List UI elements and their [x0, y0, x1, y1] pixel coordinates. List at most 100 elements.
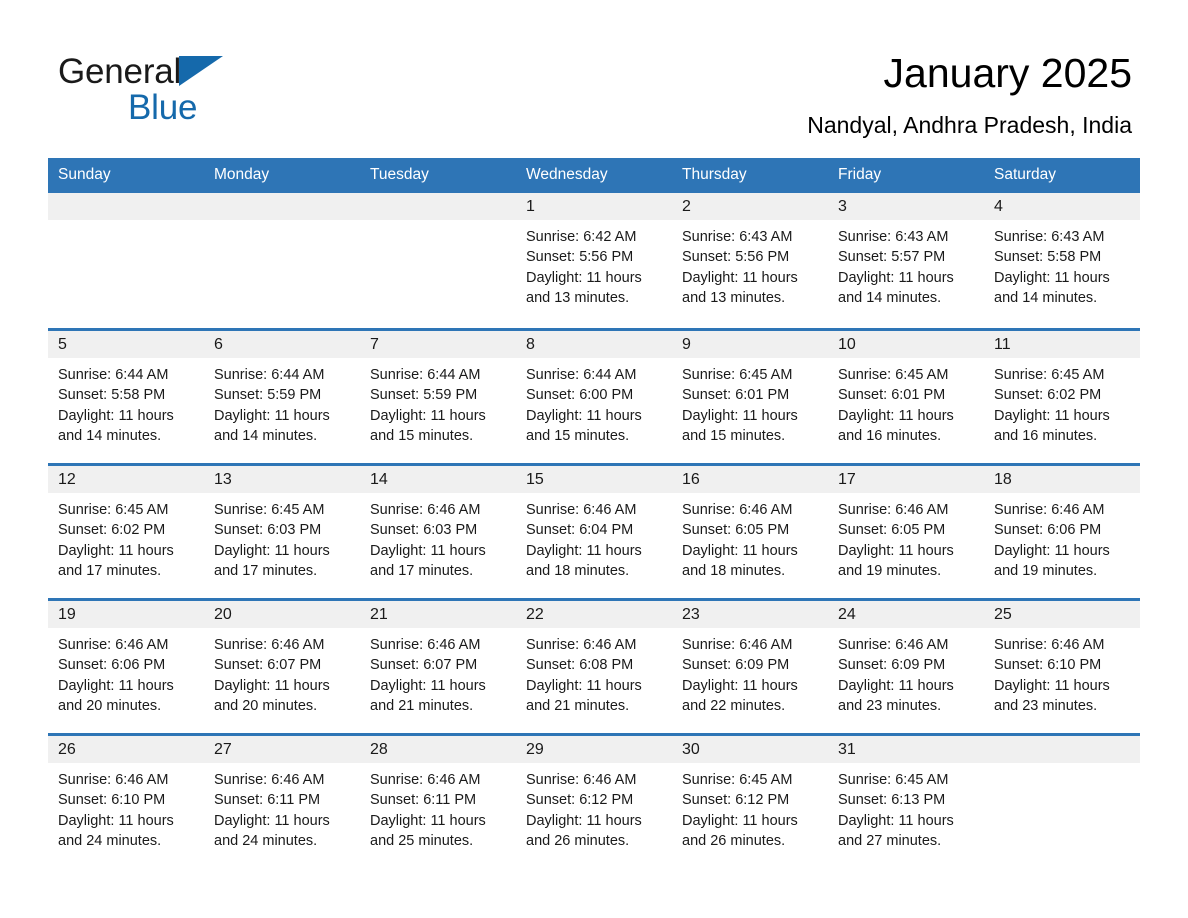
sunset-text: Sunset: 5:57 PM: [838, 249, 946, 266]
day-number: 8: [516, 331, 672, 358]
calendar-day-cell[interactable]: 13 Sunrise: 6:45 AM Sunset: 6:03 PM Dayligh…: [204, 463, 360, 598]
day-number: 13: [204, 466, 360, 493]
calendar-day-cell[interactable]: [984, 733, 1140, 868]
day-cell-inner: 22 Sunrise: 6:46 AM Sunset: 6:08 PM Dayligh…: [516, 598, 672, 733]
daylight-text-line1: Daylight: 11 hours: [838, 269, 954, 286]
daylight-text-line1: Daylight: 11 hours: [214, 677, 330, 694]
sunrise-text: Sunrise: 6:46 AM: [58, 637, 169, 653]
sunrise-text: Sunrise: 6:46 AM: [682, 637, 793, 653]
daylight-text-line1: Daylight: 11 hours: [214, 407, 330, 424]
daylight-text-line2: and 21 minutes.: [370, 697, 474, 714]
sunrise-text: Sunrise: 6:44 AM: [526, 367, 637, 383]
calendar-day-cell[interactable]: 31 Sunrise: 6:45 AM Sunset: 6:13 PM Dayligh…: [828, 733, 984, 868]
sunset-text: Sunset: 6:06 PM: [994, 522, 1102, 539]
sunset-text: Sunset: 6:10 PM: [994, 657, 1102, 674]
day-number: 4: [984, 193, 1140, 220]
daylight-text-line2: and 15 minutes.: [682, 427, 786, 444]
calendar-day-cell[interactable]: 22 Sunrise: 6:46 AM Sunset: 6:08 PM Dayligh…: [516, 598, 672, 733]
day-number: 31: [828, 736, 984, 763]
calendar-day-cell[interactable]: 8 Sunrise: 6:44 AM Sunset: 6:00 PM Daylight…: [516, 328, 672, 463]
day-details: Sunrise: 6:46 AM Sunset: 6:10 PM Daylight:…: [48, 763, 204, 851]
calendar-day-cell[interactable]: 15 Sunrise: 6:46 AM Sunset: 6:04 PM Dayligh…: [516, 463, 672, 598]
daylight-text-line2: and 16 minutes.: [994, 427, 1098, 444]
calendar-day-cell[interactable]: 11 Sunrise: 6:45 AM Sunset: 6:02 PM Dayligh…: [984, 328, 1140, 463]
daylight-text-line2: and 21 minutes.: [526, 697, 630, 714]
calendar-day-cell[interactable]: 14 Sunrise: 6:46 AM Sunset: 6:03 PM Dayligh…: [360, 463, 516, 598]
daylight-text-line2: and 22 minutes.: [682, 697, 786, 714]
calendar-day-cell[interactable]: 19 Sunrise: 6:46 AM Sunset: 6:06 PM Dayligh…: [48, 598, 204, 733]
calendar-day-cell[interactable]: 23 Sunrise: 6:46 AM Sunset: 6:09 PM Dayligh…: [672, 598, 828, 733]
sunset-text: Sunset: 6:02 PM: [994, 387, 1102, 404]
calendar-day-cell[interactable]: 7 Sunrise: 6:44 AM Sunset: 5:59 PM Daylight…: [360, 328, 516, 463]
calendar-day-cell[interactable]: 16 Sunrise: 6:46 AM Sunset: 6:05 PM Dayligh…: [672, 463, 828, 598]
day-details: Sunrise: 6:46 AM Sunset: 6:07 PM Daylight:…: [204, 628, 360, 716]
calendar-day-cell[interactable]: 21 Sunrise: 6:46 AM Sunset: 6:07 PM Dayligh…: [360, 598, 516, 733]
calendar-day-cell[interactable]: 2 Sunrise: 6:43 AM Sunset: 5:56 PM Daylight…: [672, 193, 828, 328]
sunset-text: Sunset: 6:13 PM: [838, 792, 946, 809]
weekday-header-monday: Monday: [204, 158, 360, 193]
calendar-day-cell[interactable]: 25 Sunrise: 6:46 AM Sunset: 6:10 PM Dayligh…: [984, 598, 1140, 733]
sunrise-text: Sunrise: 6:46 AM: [58, 772, 169, 788]
sunrise-text: Sunrise: 6:46 AM: [526, 637, 637, 653]
calendar-day-cell[interactable]: 28 Sunrise: 6:46 AM Sunset: 6:11 PM Dayligh…: [360, 733, 516, 868]
sunset-text: Sunset: 6:05 PM: [838, 522, 946, 539]
logo-top-row: General: [58, 52, 318, 92]
calendar-day-cell[interactable]: 5 Sunrise: 6:44 AM Sunset: 5:58 PM Daylight…: [48, 328, 204, 463]
calendar-day-cell[interactable]: [48, 193, 204, 328]
weekday-header-sunday: Sunday: [48, 158, 204, 193]
daylight-text-line1: Daylight: 11 hours: [526, 269, 642, 286]
calendar-day-cell[interactable]: 12 Sunrise: 6:45 AM Sunset: 6:02 PM Dayligh…: [48, 463, 204, 598]
daylight-text-line1: Daylight: 11 hours: [58, 812, 174, 829]
sunset-text: Sunset: 6:07 PM: [370, 657, 478, 674]
daylight-text-line2: and 18 minutes.: [682, 562, 786, 579]
calendar-day-cell[interactable]: [360, 193, 516, 328]
calendar-day-cell[interactable]: 26 Sunrise: 6:46 AM Sunset: 6:10 PM Dayligh…: [48, 733, 204, 868]
daylight-text-line1: Daylight: 11 hours: [838, 677, 954, 694]
day-cell-inner: 21 Sunrise: 6:46 AM Sunset: 6:07 PM Dayligh…: [360, 598, 516, 733]
day-number: 9: [672, 331, 828, 358]
calendar-day-cell[interactable]: 30 Sunrise: 6:45 AM Sunset: 6:12 PM Dayligh…: [672, 733, 828, 868]
day-number: 6: [204, 331, 360, 358]
weekday-header-friday: Friday: [828, 158, 984, 193]
calendar-day-cell[interactable]: 27 Sunrise: 6:46 AM Sunset: 6:11 PM Dayligh…: [204, 733, 360, 868]
sunset-text: Sunset: 6:10 PM: [58, 792, 166, 809]
calendar-day-cell[interactable]: 6 Sunrise: 6:44 AM Sunset: 5:59 PM Daylight…: [204, 328, 360, 463]
daylight-text-line1: Daylight: 11 hours: [370, 542, 486, 559]
calendar-day-cell[interactable]: [204, 193, 360, 328]
daylight-text-line1: Daylight: 11 hours: [838, 542, 954, 559]
calendar-day-cell[interactable]: 3 Sunrise: 6:43 AM Sunset: 5:57 PM Daylight…: [828, 193, 984, 328]
sunrise-text: Sunrise: 6:42 AM: [526, 229, 637, 245]
daylight-text-line1: Daylight: 11 hours: [994, 542, 1110, 559]
day-details: Sunrise: 6:42 AM Sunset: 5:56 PM Daylight:…: [516, 220, 672, 308]
day-details: Sunrise: 6:46 AM Sunset: 6:10 PM Daylight:…: [984, 628, 1140, 716]
calendar-day-cell[interactable]: 17 Sunrise: 6:46 AM Sunset: 6:05 PM Dayligh…: [828, 463, 984, 598]
calendar-day-cell[interactable]: 20 Sunrise: 6:46 AM Sunset: 6:07 PM Dayligh…: [204, 598, 360, 733]
day-details: Sunrise: 6:44 AM Sunset: 5:59 PM Daylight:…: [360, 358, 516, 446]
day-cell-inner: 23 Sunrise: 6:46 AM Sunset: 6:09 PM Dayligh…: [672, 598, 828, 733]
daylight-text-line2: and 13 minutes.: [526, 289, 630, 306]
calendar-header-row: Sunday Monday Tuesday Wednesday Thursday…: [48, 158, 1140, 193]
sunrise-text: Sunrise: 6:46 AM: [994, 637, 1105, 653]
calendar-day-cell[interactable]: 24 Sunrise: 6:46 AM Sunset: 6:09 PM Dayligh…: [828, 598, 984, 733]
calendar-day-cell[interactable]: 18 Sunrise: 6:46 AM Sunset: 6:06 PM Dayligh…: [984, 463, 1140, 598]
day-details: Sunrise: 6:46 AM Sunset: 6:12 PM Daylight:…: [516, 763, 672, 851]
day-cell-inner: [360, 193, 516, 328]
calendar-day-cell[interactable]: 29 Sunrise: 6:46 AM Sunset: 6:12 PM Dayligh…: [516, 733, 672, 868]
sunrise-text: Sunrise: 6:46 AM: [370, 772, 481, 788]
daylight-text-line2: and 23 minutes.: [838, 697, 942, 714]
sunrise-text: Sunrise: 6:46 AM: [838, 637, 949, 653]
logo-bottom-row: Blue: [58, 88, 318, 128]
daylight-text-line1: Daylight: 11 hours: [682, 542, 798, 559]
daylight-text-line2: and 19 minutes.: [994, 562, 1098, 579]
day-cell-inner: 4 Sunrise: 6:43 AM Sunset: 5:58 PM Daylight…: [984, 193, 1140, 328]
daylight-text-line1: Daylight: 11 hours: [994, 677, 1110, 694]
daylight-text-line1: Daylight: 11 hours: [526, 407, 642, 424]
calendar-day-cell[interactable]: 4 Sunrise: 6:43 AM Sunset: 5:58 PM Daylight…: [984, 193, 1140, 328]
calendar-day-cell[interactable]: 9 Sunrise: 6:45 AM Sunset: 6:01 PM Daylight…: [672, 328, 828, 463]
calendar-day-cell[interactable]: 10 Sunrise: 6:45 AM Sunset: 6:01 PM Dayligh…: [828, 328, 984, 463]
calendar-day-cell[interactable]: 1 Sunrise: 6:42 AM Sunset: 5:56 PM Daylight…: [516, 193, 672, 328]
sunset-text: Sunset: 6:03 PM: [214, 522, 322, 539]
sunset-text: Sunset: 5:58 PM: [994, 249, 1102, 266]
sunrise-text: Sunrise: 6:45 AM: [214, 502, 325, 518]
day-cell-inner: [984, 733, 1140, 868]
